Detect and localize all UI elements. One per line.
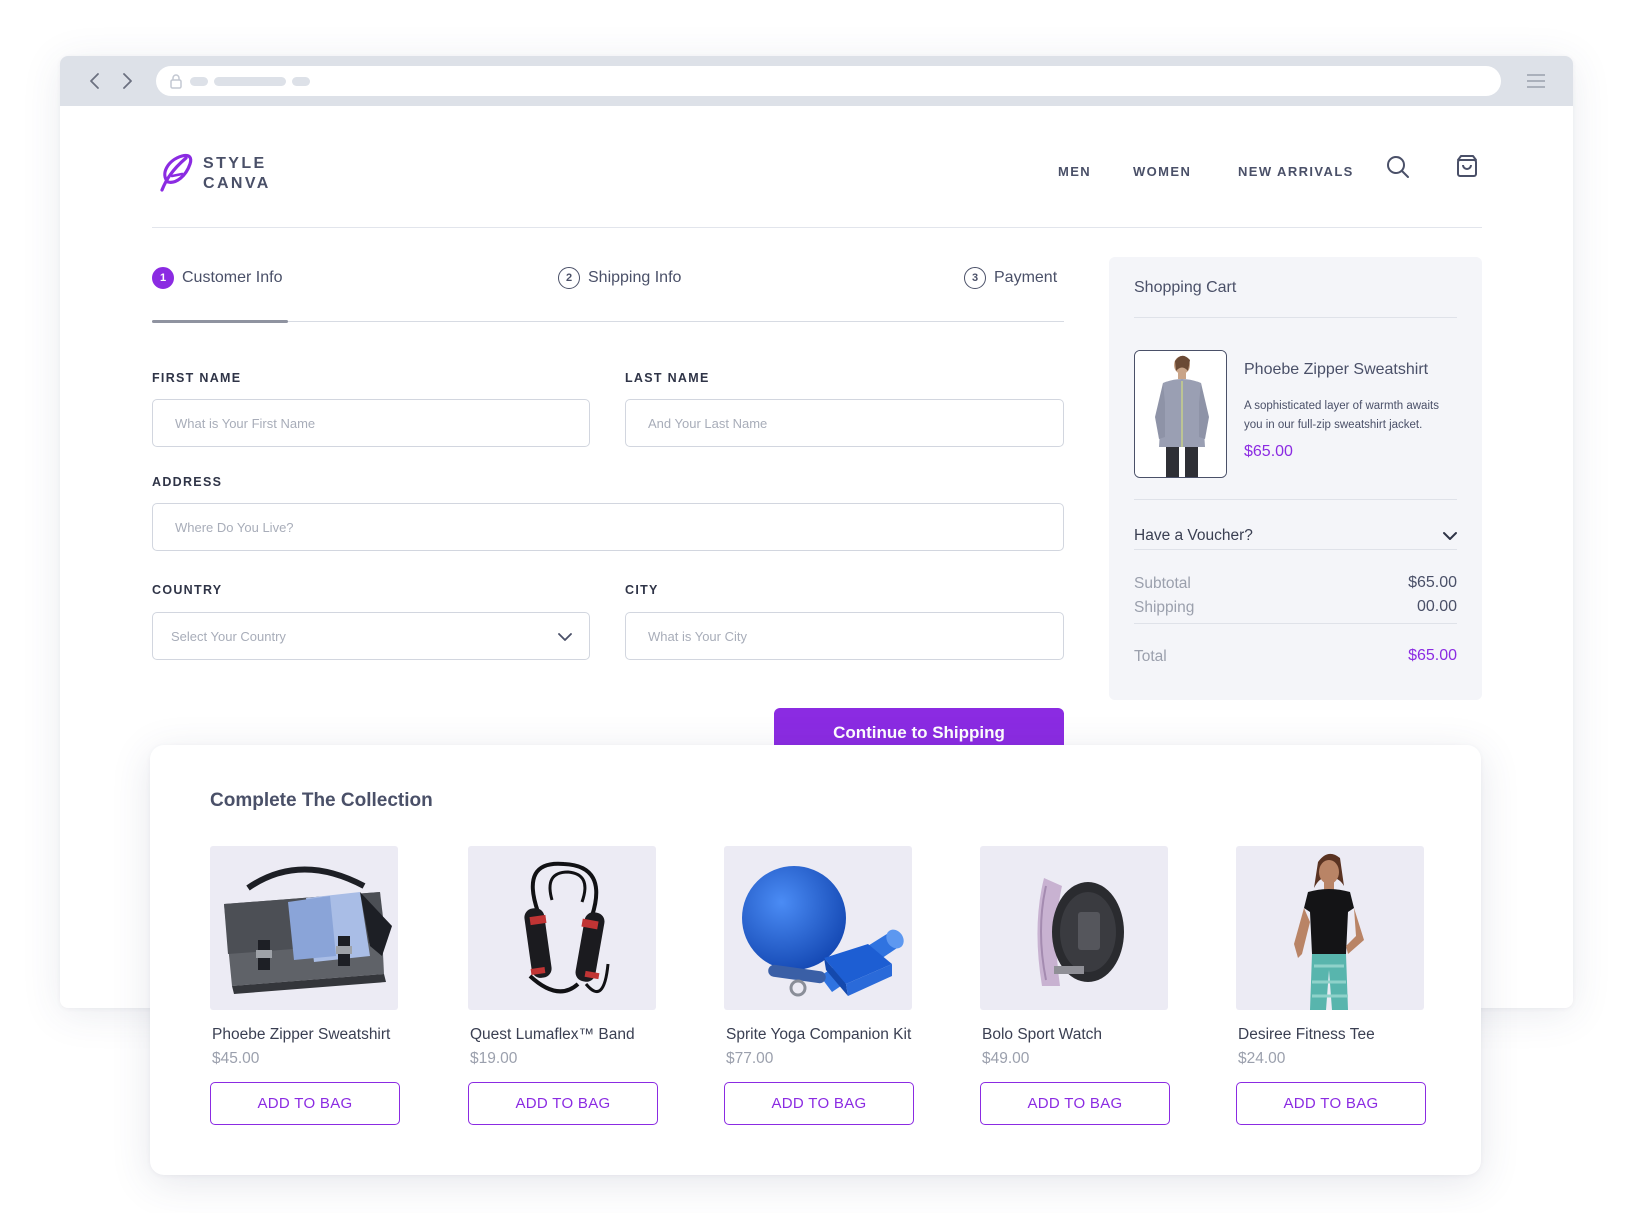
add-to-bag-button[interactable]: ADD TO BAG <box>210 1082 400 1125</box>
product-price: $19.00 <box>470 1050 518 1067</box>
product-image[interactable] <box>1236 846 1424 1010</box>
step-label: Shipping Info <box>588 269 682 286</box>
product-name[interactable]: Quest Lumaflex™ Band <box>470 1026 658 1044</box>
product-name[interactable]: Desiree Fitness Tee <box>1238 1026 1426 1044</box>
country-select[interactable]: Select Your Country <box>152 612 590 660</box>
product-image[interactable] <box>210 846 398 1010</box>
brand-line-1: STYLE <box>203 155 267 172</box>
chevron-down-icon[interactable] <box>1441 527 1459 545</box>
voucher-toggle[interactable]: Have a Voucher? <box>1134 527 1253 545</box>
feather-logo-icon[interactable] <box>152 152 194 194</box>
product-card: Sprite Yoga Companion Kit $77.00 ADD TO … <box>724 846 914 1125</box>
cart-divider <box>1134 549 1457 550</box>
subtotal-value: $65.00 <box>1408 574 1457 591</box>
step-number: 3 <box>964 267 986 289</box>
product-card: Desiree Fitness Tee $24.00 ADD TO BAG <box>1236 846 1426 1125</box>
back-arrow-icon[interactable] <box>84 70 106 92</box>
product-price: $49.00 <box>982 1050 1030 1067</box>
total-label: Total <box>1134 648 1167 665</box>
brand-name[interactable]: STYLE CANVA <box>203 154 271 194</box>
product-price: $45.00 <box>212 1050 260 1067</box>
step-number: 2 <box>558 267 580 289</box>
search-icon[interactable] <box>1386 155 1410 179</box>
product-name[interactable]: Phoebe Zipper Sweatshirt <box>212 1026 400 1044</box>
address-label: ADDRESS <box>152 475 223 489</box>
cart-divider <box>1134 317 1457 318</box>
complete-the-collection-panel: Complete The Collection Phoebe Zipper Sw… <box>150 745 1481 1175</box>
chevron-down-icon <box>558 633 572 641</box>
sport-watch-image <box>1037 878 1124 986</box>
product-name[interactable]: Sprite Yoga Companion Kit <box>726 1026 914 1044</box>
step-customer-info[interactable]: 1 Customer Info <box>152 267 282 289</box>
add-to-bag-button[interactable]: ADD TO BAG <box>468 1082 658 1125</box>
add-to-bag-button[interactable]: ADD TO BAG <box>1236 1082 1426 1125</box>
url-placeholder-bar <box>190 77 208 86</box>
product-name[interactable]: Bolo Sport Watch <box>982 1026 1170 1044</box>
step-number: 1 <box>152 267 174 289</box>
cart-item-image[interactable] <box>1134 350 1227 478</box>
last-name-input[interactable]: And Your Last Name <box>625 399 1064 447</box>
forward-arrow-icon[interactable] <box>116 70 138 92</box>
total-value: $65.00 <box>1408 647 1457 664</box>
step-label: Payment <box>994 269 1058 286</box>
address-bar[interactable] <box>156 66 1501 96</box>
cart-item-price: $65.00 <box>1244 443 1293 460</box>
cart-divider <box>1134 623 1457 624</box>
steps-track <box>152 321 1064 322</box>
brand-line-2: CANVA <box>203 175 271 192</box>
step-payment[interactable]: 3 Payment <box>964 267 1057 289</box>
lock-icon <box>170 74 182 89</box>
nav-women[interactable]: WOMEN <box>1133 164 1191 179</box>
shopping-bag-icon[interactable] <box>1456 154 1478 178</box>
cart-divider <box>1134 499 1457 500</box>
url-placeholder-bar <box>214 77 286 86</box>
browser-toolbar <box>60 56 1573 106</box>
country-select-value: Select Your Country <box>171 628 286 644</box>
shipping-value: 00.00 <box>1416 598 1457 615</box>
cart-item-name: Phoebe Zipper Sweatshirt <box>1244 361 1429 378</box>
yoga-kit-image <box>742 866 904 997</box>
shopping-cart-panel: Shopping Cart Phoebe Zipper Sweatshirt A… <box>1109 257 1482 700</box>
first-name-input[interactable]: What is Your First Name <box>152 399 590 447</box>
last-name-label: LAST NAME <box>625 371 710 385</box>
add-to-bag-button[interactable]: ADD TO BAG <box>980 1082 1170 1125</box>
cart-title: Shopping Cart <box>1134 279 1237 296</box>
city-label: CITY <box>625 583 659 597</box>
sweatshirt-model-image <box>1135 351 1226 477</box>
add-to-bag-button[interactable]: ADD TO BAG <box>724 1082 914 1125</box>
product-image[interactable] <box>724 846 912 1010</box>
messenger-bag-image <box>224 866 392 994</box>
product-card: Bolo Sport Watch $49.00 ADD TO BAG <box>980 846 1170 1125</box>
nav-new-arrivals[interactable]: NEW ARRIVALS <box>1238 164 1354 179</box>
product-card: Quest Lumaflex™ Band $19.00 ADD TO BAG <box>468 846 658 1125</box>
city-input[interactable]: What is Your City <box>625 612 1064 660</box>
first-name-label: FIRST NAME <box>152 371 242 385</box>
url-placeholder-bar <box>292 77 310 86</box>
jump-rope-image <box>524 861 610 994</box>
product-price: $77.00 <box>726 1050 774 1067</box>
product-image[interactable] <box>980 846 1168 1010</box>
shipping-label: Shipping <box>1134 599 1195 616</box>
hamburger-menu-icon[interactable] <box>1525 72 1547 90</box>
nav-men[interactable]: MEN <box>1058 164 1091 179</box>
step-label: Customer Info <box>182 269 283 286</box>
subtotal-label: Subtotal <box>1134 575 1191 592</box>
step-shipping-info[interactable]: 2 Shipping Info <box>558 267 681 289</box>
product-price: $24.00 <box>1238 1050 1286 1067</box>
product-card: Phoebe Zipper Sweatshirt $45.00 ADD TO B… <box>210 846 400 1125</box>
cart-item-description: A sophisticated layer of warmth awaits y… <box>1244 400 1439 431</box>
collection-title: Complete The Collection <box>210 790 433 811</box>
fitness-tee-model-image <box>1294 853 1364 1010</box>
steps-progress-indicator <box>152 320 288 323</box>
country-label: COUNTRY <box>152 583 223 597</box>
header-divider <box>152 227 1482 228</box>
address-input[interactable]: Where Do You Live? <box>152 503 1064 551</box>
product-image[interactable] <box>468 846 656 1010</box>
